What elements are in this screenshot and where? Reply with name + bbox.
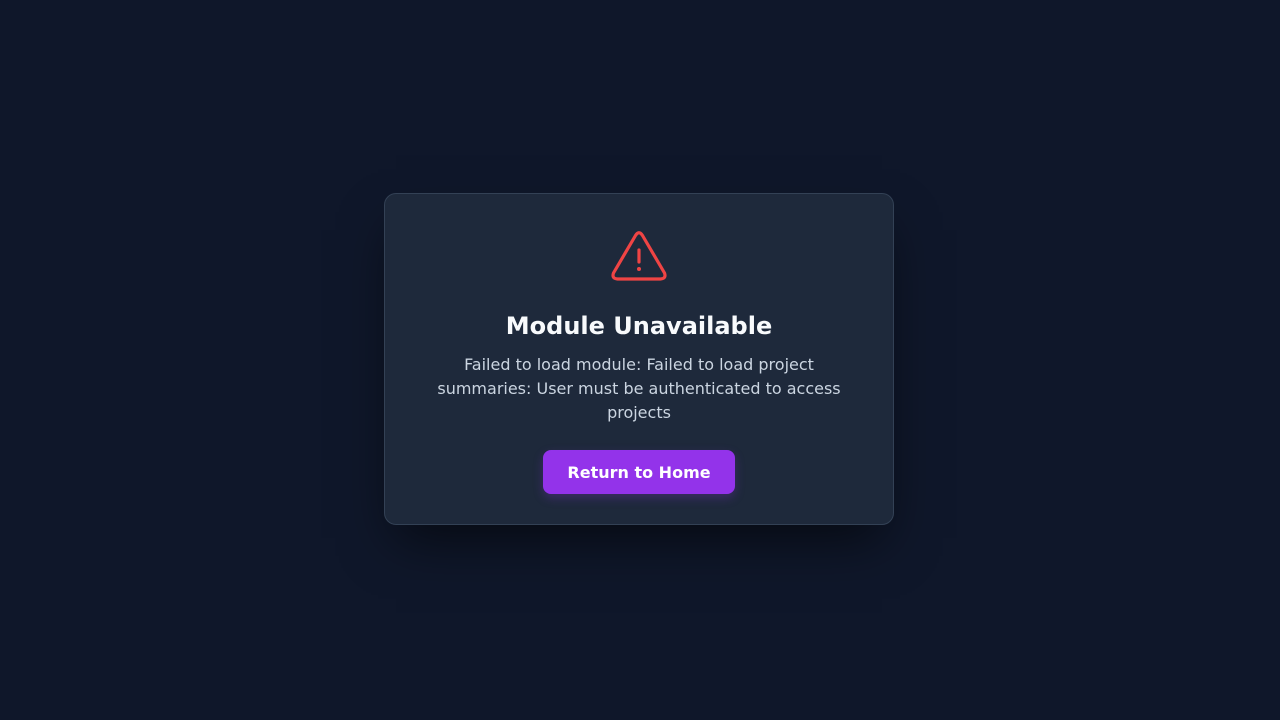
error-message: Failed to load module: Failed to load pr… [437, 355, 841, 422]
error-card: Module Unavailable Failed to load module… [384, 193, 894, 525]
error-title: Module Unavailable [505, 312, 773, 340]
warning-triangle-icon [609, 229, 669, 285]
return-home-button[interactable]: Return to Home [543, 450, 735, 494]
